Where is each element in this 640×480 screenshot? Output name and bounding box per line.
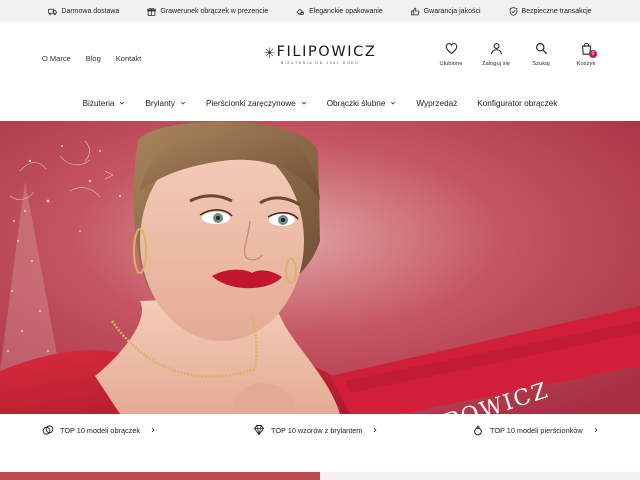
rings-icon	[42, 425, 54, 435]
favorites-label: Ulubione	[439, 61, 463, 67]
shield-icon	[509, 6, 517, 16]
benefit-label: Bezpieczne transakcje	[521, 7, 592, 15]
nav-item-wedding-rings[interactable]: Obrączki ślubne	[327, 99, 397, 108]
nav-item-sale[interactable]: Wyprzedaż	[416, 99, 457, 108]
logo-wordmark: FILIPOWICZ	[276, 44, 377, 60]
benefit-label: Grawerunek obrączek w prezencie	[160, 7, 269, 15]
benefit-free-delivery: Darmowa dostawa	[48, 7, 119, 16]
chevron-down-icon	[120, 101, 125, 105]
truck-icon	[48, 8, 58, 15]
header-actions: Ulubione Zaloguj się Szukaj 0 Koszyk	[437, 42, 600, 67]
benefit-label: Gwarancja jakości	[423, 7, 481, 15]
link-contact[interactable]: Kontakt	[116, 54, 141, 63]
chevron-down-icon	[301, 101, 306, 105]
hero-illustration: FILIPOWICZ	[0, 121, 640, 414]
gift-icon	[147, 7, 157, 16]
chevron-down-icon	[391, 101, 396, 105]
nav-item-label: Pierścionki zaręczynowe	[206, 98, 296, 108]
cart-button[interactable]: 0 Koszyk	[572, 42, 600, 67]
nav-item-label: Biżuteria	[82, 98, 115, 108]
package-icon	[296, 8, 304, 15]
login-button[interactable]: Zaloguj się	[482, 42, 510, 67]
hero-banner[interactable]: FILIPOWICZ	[0, 121, 640, 414]
nav-item-jewelry[interactable]: Biżuteria	[83, 99, 126, 108]
favorites-button[interactable]: Ulubione	[437, 42, 465, 67]
chevron-right-icon	[594, 427, 598, 433]
search-label: Szukaj	[532, 61, 550, 67]
benefit-label: Darmowa dostawa	[61, 7, 120, 15]
logo-tagline: BIŻUTERIA OD 1961 ROKU	[280, 61, 360, 65]
site-header: O Marce Blog Kontakt FILIPOWICZ BIŻUTERI…	[0, 22, 640, 86]
benefit-engraving: Grawerunek obrączek w prezencie	[147, 7, 268, 16]
nav-item-label: Wyprzedaż	[416, 98, 458, 108]
nav-item-label: Konfigurator obrączek	[477, 98, 558, 108]
shortcut-top-rings[interactable]: TOP 10 modeli pierścionków	[472, 424, 599, 436]
header-links: O Marce Blog Kontakt	[42, 54, 141, 63]
nav-item-label: Brylanty	[145, 98, 176, 108]
preview-tile-right	[320, 472, 640, 480]
heart-icon	[445, 43, 457, 55]
shortcut-label: TOP 10 modeli pierścionków	[490, 425, 583, 435]
brand-logo[interactable]: FILIPOWICZ BIŻUTERIA OD 1961 ROKU	[262, 44, 378, 74]
benefits-bar: Darmowa dostawa Grawerunek obrączek w pr…	[0, 0, 640, 22]
shortcut-links: TOP 10 modeli obrączek TOP 10 wzorów z b…	[0, 414, 640, 450]
cart-label: Koszyk	[576, 61, 596, 67]
benefit-label: Eleganckie opakowanie	[309, 7, 383, 15]
diamond-icon	[253, 425, 265, 436]
shortcut-top-diamond-patterns[interactable]: TOP 10 wzorów z brylantem	[253, 424, 378, 436]
chevron-down-icon	[180, 101, 186, 105]
preview-tile-left	[0, 472, 320, 480]
user-icon	[490, 43, 502, 55]
link-blog[interactable]: Blog	[86, 54, 101, 63]
login-label: Zaloguj się	[481, 61, 511, 67]
cart-count-badge: 0	[589, 50, 597, 58]
nav-item-diamonds[interactable]: Brylanty	[145, 99, 186, 108]
ring-icon	[474, 425, 482, 436]
nav-item-ring-configurator[interactable]: Konfigurator obrączek	[477, 99, 557, 108]
thumbs-up-icon	[410, 7, 420, 15]
benefit-secure: Bezpieczne transakcje	[509, 6, 592, 16]
link-about-brand[interactable]: O Marce	[42, 54, 71, 63]
benefit-quality: Gwarancja jakości	[410, 7, 481, 16]
search-icon	[535, 43, 547, 55]
nav-item-label: Obrączki ślubne	[326, 98, 386, 108]
star-ornament-icon	[264, 47, 275, 57]
nav-item-engagement-rings[interactable]: Pierścionki zaręczynowe	[206, 99, 307, 108]
benefit-packaging: Eleganckie opakowanie	[296, 7, 383, 16]
chevron-right-icon	[151, 427, 155, 433]
next-section-preview	[0, 472, 640, 480]
shortcut-label: TOP 10 modeli obrączek	[60, 425, 141, 435]
shortcut-top-wedding-rings[interactable]: TOP 10 modeli obrączek	[42, 424, 156, 436]
search-button[interactable]: Szukaj	[527, 42, 555, 67]
main-navigation: Biżuteria Brylanty Pierścionki zaręczyno…	[0, 90, 640, 116]
chevron-right-icon	[374, 427, 377, 433]
shortcut-label: TOP 10 wzorów z brylantem	[271, 425, 363, 435]
